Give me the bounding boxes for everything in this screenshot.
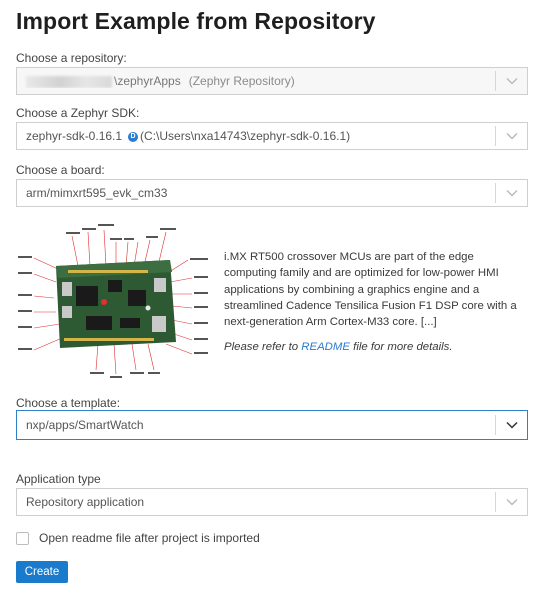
sdk-path: (C:\Users\nxa14743\zephyr-sdk-0.16.1) [140,129,351,143]
create-button[interactable]: Create [16,561,68,583]
readme-note-prefix: Please refer to [224,341,299,353]
board-description: i.MX RT500 crossover MCUs are part of th… [224,251,517,329]
repository-label: Choose a repository: [16,51,127,65]
app-type-select[interactable]: Repository application [16,488,528,516]
template-select[interactable]: nxp/apps/SmartWatch [16,410,528,440]
chevron-down-icon[interactable] [496,411,527,439]
repository-path: \zephyrApps [114,74,181,88]
chevron-down-icon[interactable] [496,123,527,149]
readme-link[interactable]: README [301,341,350,353]
board-label: Choose a board: [16,163,105,177]
board-select[interactable]: arm/mimxrt595_evk_cm33 [16,179,528,207]
template-label: Choose a template: [16,396,121,410]
repository-select[interactable]: \zephyrApps (Zephyr Repository) [16,67,528,95]
board-image [18,224,208,378]
info-icon: D [128,131,139,142]
app-type-label: Application type [16,472,101,486]
sdk-label: Choose a Zephyr SDK: [16,106,140,120]
sdk-name: zephyr-sdk-0.16.1 [26,129,123,143]
readme-checkbox-row[interactable]: Open readme file after project is import… [16,531,260,545]
repository-type: (Zephyr Repository) [188,74,295,88]
readme-note-suffix: file for more details. [353,341,453,353]
readme-checkbox-label: Open readme file after project is import… [39,531,260,545]
redacted-path [26,75,112,88]
board-value: arm/mimxrt595_evk_cm33 [26,186,168,200]
sdk-select[interactable]: zephyr-sdk-0.16.1 D (C:\Users\nxa14743\zep… [16,122,528,150]
chevron-down-icon[interactable] [496,489,527,515]
chevron-down-icon[interactable] [496,68,527,94]
readme-checkbox[interactable] [16,531,29,545]
page-title: Import Example from Repository [16,8,376,34]
app-type-value: Repository application [26,495,145,509]
readme-note: Please refer to README file for more det… [224,341,453,353]
template-value: nxp/apps/SmartWatch [26,418,144,432]
chevron-down-icon[interactable] [496,180,527,206]
